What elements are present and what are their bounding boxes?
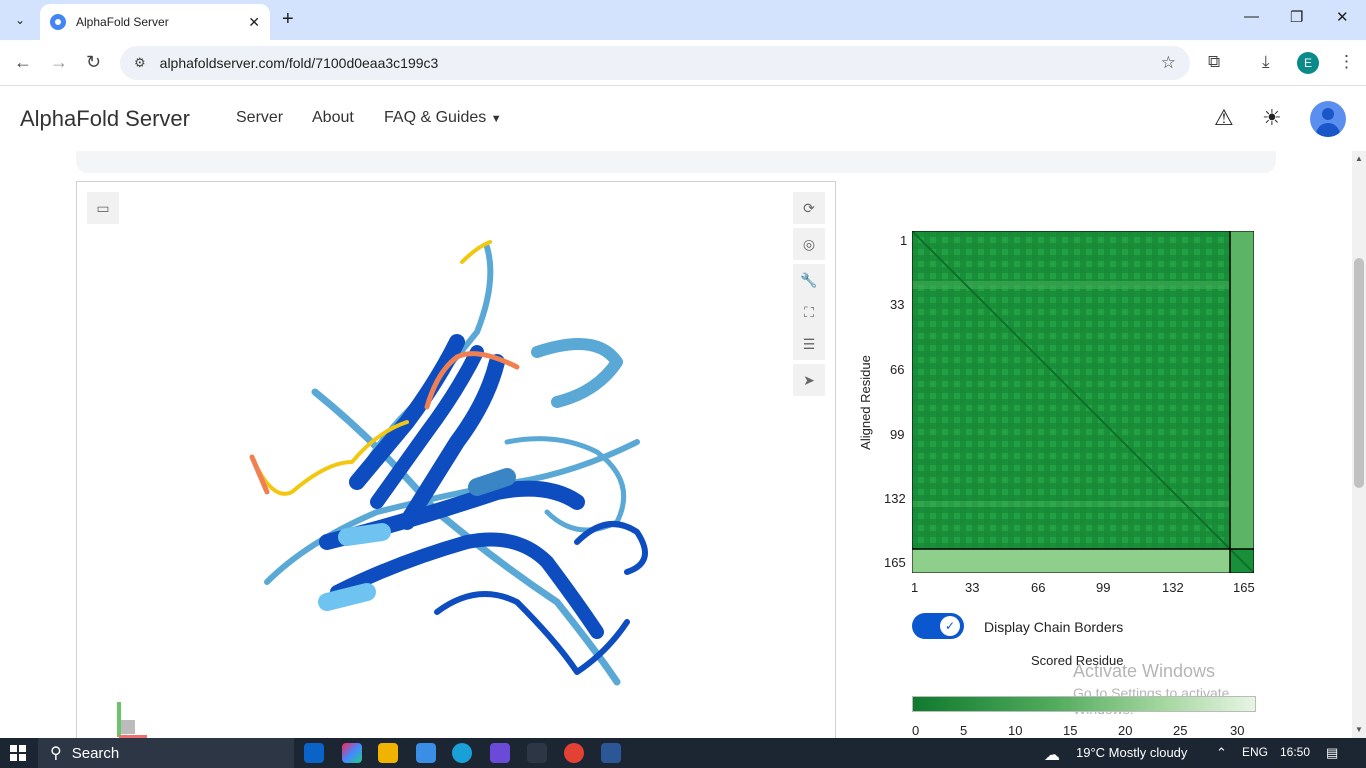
wrench-icon[interactable]: 🔧 xyxy=(793,264,825,296)
user-avatar[interactable] xyxy=(1310,101,1346,137)
x-tick: 99 xyxy=(1096,580,1111,595)
word-icon[interactable] xyxy=(601,743,621,763)
language-indicator[interactable]: ENG xyxy=(1242,745,1268,759)
site-info-icon[interactable]: ⚙ xyxy=(134,55,146,71)
scroll-thumb[interactable] xyxy=(1354,258,1364,488)
x-tick: 33 xyxy=(965,580,980,595)
scroll-up-icon[interactable]: ▲ xyxy=(1355,154,1363,163)
settings-gear-icon[interactable] xyxy=(527,743,547,763)
x-tick: 132 xyxy=(1162,580,1184,595)
search-icon: ⚲ xyxy=(50,745,62,762)
feedback-icon[interactable]: ⚠ xyxy=(1214,105,1234,131)
windows-start-icon[interactable] xyxy=(10,745,26,761)
pae-ylabel: Aligned Residue xyxy=(857,355,873,450)
protein-structure-render[interactable] xyxy=(77,182,836,741)
structure-viewer[interactable]: ▭ ⟳ ◎ 🔧 ⛶ ☰ ➤ xyxy=(76,181,836,741)
close-window-icon[interactable]: ✕ xyxy=(1336,8,1349,26)
menu-dots-icon[interactable]: ⋮ xyxy=(1338,52,1355,72)
browser-toolbar: ← → ↻ ⚙ alphafoldserver.com/fold/7100d0e… xyxy=(0,40,1366,86)
bookmark-star-icon[interactable]: ☆ xyxy=(1161,53,1176,73)
back-icon[interactable]: ← xyxy=(14,52,32,73)
nav-faq-label: FAQ & Guides xyxy=(384,109,487,126)
caret-down-icon: ▼ xyxy=(490,113,502,125)
clock[interactable]: 16:50 xyxy=(1280,745,1310,759)
animation-toggle-icon[interactable]: ▭ xyxy=(87,192,119,224)
browser-tabstrip: ⌄ AlphaFold Server ✕ + — ❐ ✕ xyxy=(0,0,1366,40)
tab-search-icon[interactable]: ⌄ xyxy=(6,7,34,33)
colorbar-tick: 5 xyxy=(960,723,968,738)
page-scrollbar[interactable]: ▲ ▼ xyxy=(1352,151,1366,738)
pae-panel: Aligned Residue 1 33 66 99 132 165 1 33 … xyxy=(856,220,1276,740)
extensions-icon[interactable]: ⧉ xyxy=(1208,52,1220,72)
colorbar-tick: 0 xyxy=(912,723,920,738)
select-pointer-icon[interactable]: ➤ xyxy=(793,364,825,396)
url-text[interactable]: alphafoldserver.com/fold/7100d0eaa3c199c… xyxy=(160,55,439,71)
job-summary-bar xyxy=(76,151,1276,173)
theme-sun-icon[interactable]: ☀ xyxy=(1262,105,1282,131)
colorbar-tick: 15 xyxy=(1063,723,1078,738)
address-bar[interactable]: ⚙ alphafoldserver.com/fold/7100d0eaa3c19… xyxy=(120,46,1190,80)
y-tick: 165 xyxy=(884,555,906,570)
brand-logo-text[interactable]: AlphaFold Server xyxy=(20,106,190,132)
store-icon[interactable] xyxy=(416,743,436,763)
weather-text[interactable]: 19°C Mostly cloudy xyxy=(1076,745,1187,760)
colorbar-tick: 10 xyxy=(1008,723,1023,738)
new-tab-icon[interactable]: + xyxy=(282,8,294,31)
fullscreen-icon[interactable]: ⛶ xyxy=(793,296,825,328)
nav-about[interactable]: About xyxy=(312,109,354,127)
x-tick: 1 xyxy=(911,580,919,595)
copilot-icon[interactable] xyxy=(342,743,362,763)
y-tick: 132 xyxy=(884,491,906,506)
app-header: AlphaFold Server Server About FAQ & Guid… xyxy=(0,87,1352,151)
profile-avatar[interactable]: E xyxy=(1297,52,1319,74)
browser-tab[interactable]: AlphaFold Server ✕ xyxy=(40,4,270,40)
favicon-icon xyxy=(50,14,66,30)
gemini-icon[interactable] xyxy=(490,743,510,763)
windows-taskbar: ⚲ Search ☁ 19°C Mostly cloudy ⌃ ENG 16:5… xyxy=(0,738,1366,768)
tab-title: AlphaFold Server xyxy=(76,15,169,29)
nav-server[interactable]: Server xyxy=(236,109,283,127)
file-explorer-icon[interactable] xyxy=(378,743,398,763)
chain-borders-label: Display Chain Borders xyxy=(984,619,1124,635)
restore-icon[interactable]: ❐ xyxy=(1290,8,1303,26)
taskbar-search[interactable]: ⚲ Search xyxy=(38,738,294,768)
nav-faq-guides[interactable]: FAQ & Guides ▼ xyxy=(384,109,502,127)
pae-colorbar xyxy=(912,696,1256,712)
y-tick: 1 xyxy=(900,233,908,248)
pae-heatmap[interactable] xyxy=(912,231,1254,573)
chain-borders-toggle[interactable] xyxy=(912,613,964,639)
y-tick: 66 xyxy=(890,362,905,377)
y-tick: 33 xyxy=(890,297,905,312)
weather-cloud-icon[interactable]: ☁ xyxy=(1044,745,1060,765)
y-tick: 99 xyxy=(890,427,905,442)
x-tick: 165 xyxy=(1233,580,1255,595)
axis-gizmo-icon xyxy=(117,702,147,739)
scroll-down-icon[interactable]: ▼ xyxy=(1355,725,1363,734)
colorbar-tick: 30 xyxy=(1230,723,1245,738)
outlook-icon[interactable] xyxy=(304,743,324,763)
windows-watermark-title: Activate Windows xyxy=(1073,661,1216,681)
colorbar-tick: 20 xyxy=(1118,723,1133,738)
minimize-icon[interactable]: — xyxy=(1244,8,1259,25)
x-tick: 66 xyxy=(1031,580,1046,595)
reload-icon[interactable]: ↻ xyxy=(86,52,101,73)
chrome-icon[interactable] xyxy=(564,743,584,763)
reset-view-icon[interactable]: ⟳ xyxy=(793,192,825,224)
close-tab-icon[interactable]: ✕ xyxy=(248,14,260,31)
tray-chevron-icon[interactable]: ⌃ xyxy=(1216,745,1227,761)
forward-icon[interactable]: → xyxy=(50,52,68,73)
notification-icon[interactable]: ▤ xyxy=(1326,745,1338,761)
screenshot-icon[interactable]: ◎ xyxy=(793,228,825,260)
downloads-icon[interactable]: ⤓ xyxy=(1262,52,1270,72)
settings-sliders-icon[interactable]: ☰ xyxy=(793,328,825,360)
taskbar-search-label: Search xyxy=(71,744,120,762)
edge-icon[interactable] xyxy=(452,743,472,763)
colorbar-tick: 25 xyxy=(1173,723,1188,738)
